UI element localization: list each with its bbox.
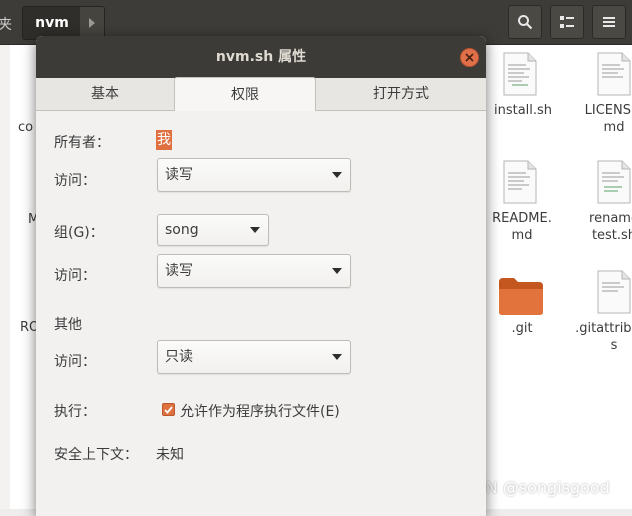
partial-file-label: co: [18, 120, 34, 135]
search-button[interactable]: [508, 5, 542, 39]
chevron-right-icon: [89, 18, 95, 28]
breadcrumb-parent[interactable]: 夹: [0, 14, 12, 34]
tab-permissions[interactable]: 权限: [174, 77, 316, 111]
execute-label: 执行：: [54, 404, 96, 420]
group-access-label: 访问：: [54, 268, 96, 284]
file-name-label[interactable]: .git: [488, 320, 556, 337]
group-value: song: [165, 222, 199, 238]
hamburger-menu-icon: [603, 17, 615, 27]
others-access-label: 访问：: [54, 354, 96, 370]
execute-checkbox[interactable]: [162, 403, 175, 416]
group-label: 组(G)：: [54, 225, 104, 241]
tab-bar: 基本 权限 打开方式: [36, 77, 486, 111]
close-icon: [465, 53, 474, 62]
close-button[interactable]: [460, 48, 479, 67]
dialog-title: nvm.sh 属性: [215, 49, 307, 65]
owner-label: 所有者：: [54, 135, 110, 151]
menu-button[interactable]: [592, 5, 626, 39]
text-file-icon[interactable]: [596, 160, 632, 204]
owner-value: 我: [156, 130, 172, 150]
list-view-icon: [560, 16, 574, 28]
text-file-icon[interactable]: [596, 270, 632, 314]
tab-basic[interactable]: 基本: [36, 78, 174, 110]
file-name-label[interactable]: rename test.sh: [582, 210, 632, 244]
security-context-value: 未知: [156, 447, 184, 463]
dropdown-arrow-icon: [332, 354, 342, 360]
owner-access-dropdown[interactable]: 读写: [157, 158, 351, 192]
dropdown-arrow-icon: [332, 172, 342, 178]
group-dropdown[interactable]: song: [157, 214, 269, 246]
others-access-value: 只读: [165, 349, 193, 365]
others-section-label: 其他: [54, 317, 82, 333]
breadcrumb-current-folder[interactable]: nvm: [22, 6, 82, 40]
view-toggle-button[interactable]: [550, 5, 584, 39]
group-access-value: 读写: [165, 263, 193, 279]
file-name-label[interactable]: README.md: [488, 210, 556, 244]
others-access-dropdown[interactable]: 只读: [157, 340, 351, 374]
file-name-label[interactable]: LICENSE.md: [582, 102, 632, 136]
breadcrumb-next-button[interactable]: [80, 6, 105, 40]
owner-access-label: 访问：: [54, 173, 96, 189]
dropdown-arrow-icon: [332, 268, 342, 274]
tab-open-with[interactable]: 打开方式: [316, 78, 486, 110]
breadcrumb-current-label: nvm: [35, 15, 69, 31]
text-file-icon[interactable]: [596, 52, 632, 96]
text-file-icon[interactable]: [502, 52, 538, 96]
security-context-label: 安全上下文：: [54, 447, 138, 463]
dialog-titlebar[interactable]: nvm.sh 属性: [36, 36, 486, 78]
file-name-label[interactable]: .gitattributes: [572, 320, 632, 354]
properties-dialog: nvm.sh 属性 基本 权限 打开方式 所有者： 我 访问： 读写 组(G)：…: [36, 36, 486, 516]
file-name-label[interactable]: install.sh: [488, 102, 558, 119]
group-access-dropdown[interactable]: 读写: [157, 254, 351, 288]
checkmark-icon: [164, 405, 173, 414]
execute-checkbox-label[interactable]: 允许作为程序执行文件(E): [180, 401, 340, 421]
folder-icon[interactable]: [498, 276, 544, 316]
owner-access-value: 读写: [165, 167, 193, 183]
text-file-icon[interactable]: [502, 160, 538, 204]
file-manager-sidebar-edge: [0, 45, 10, 509]
dropdown-arrow-icon: [250, 227, 260, 233]
search-icon: [518, 15, 533, 30]
